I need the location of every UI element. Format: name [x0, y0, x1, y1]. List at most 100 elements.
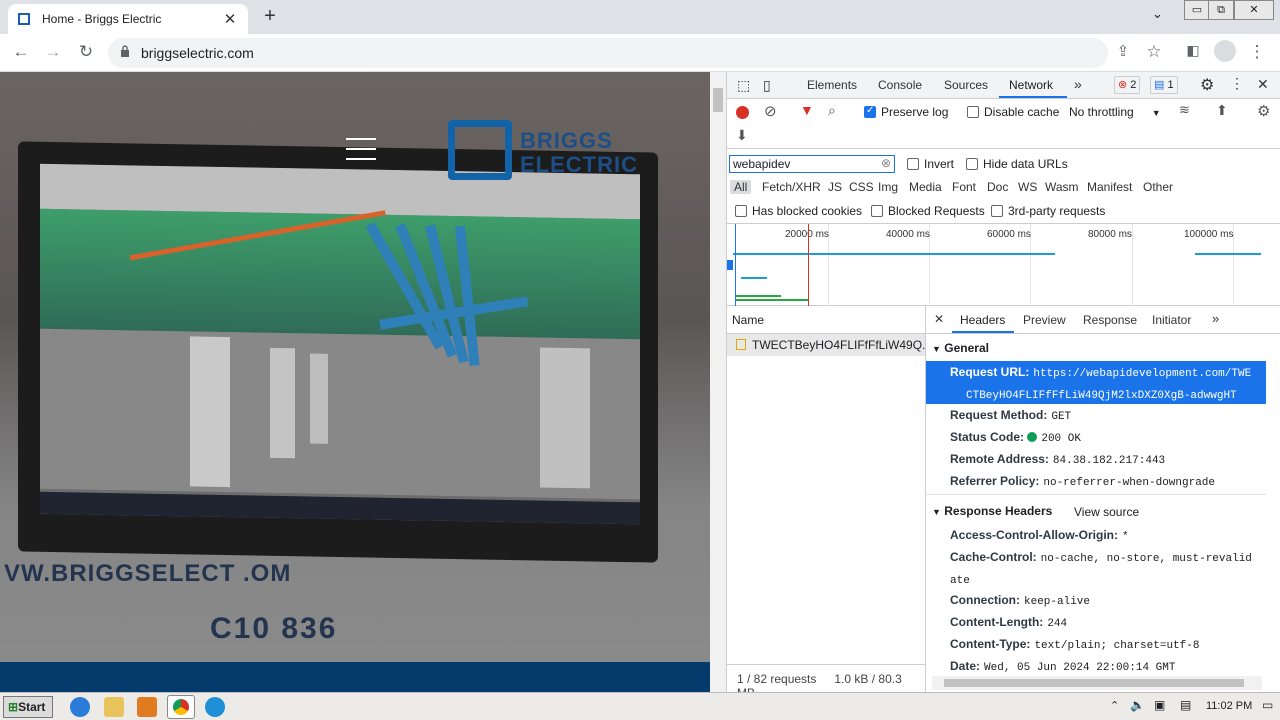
maximize-button[interactable]: ⧉ — [1208, 0, 1234, 20]
details-horizontal-scrollbar[interactable] — [932, 676, 1262, 690]
disable-cache-checkbox[interactable]: Disable cache — [967, 105, 1059, 119]
filter-type-ws[interactable]: WS — [1018, 180, 1037, 194]
invert-checkbox[interactable]: Invert — [907, 157, 954, 171]
filter-funnel-icon[interactable]: ▼ — [800, 102, 814, 118]
show-desktop-icon[interactable]: ▭ — [1262, 698, 1273, 712]
search-icon[interactable]: ⌕ — [828, 102, 836, 119]
blocked-requests-checkbox[interactable]: Blocked Requests — [871, 204, 985, 218]
content-length-value: 244 — [1047, 618, 1068, 630]
request-url-row[interactable]: Request URL: https://webapidevelopment.co… — [950, 365, 1251, 380]
tab-response[interactable]: Response — [1083, 313, 1137, 327]
hamburger-menu-icon[interactable] — [346, 138, 376, 160]
logo-text-bottom: ELECTRIC — [520, 152, 638, 177]
filter-type-doc[interactable]: Doc — [987, 180, 1008, 194]
filter-type-wasm[interactable]: Wasm — [1045, 180, 1079, 194]
edge-icon[interactable] — [205, 697, 225, 717]
browser-tab[interactable]: Home - Briggs Electric ✕ — [8, 4, 248, 34]
hero-monitor-image — [18, 141, 658, 563]
hide-data-urls-checkbox[interactable]: Hide data URLs — [966, 157, 1068, 171]
tab-network[interactable]: Network — [1009, 78, 1053, 92]
export-har-icon[interactable]: ⬇ — [736, 127, 748, 144]
inspect-element-icon[interactable]: ⬚ — [737, 77, 750, 94]
timeline-tick-80000: 80000 ms — [1088, 229, 1132, 240]
clear-icon[interactable]: ⊘ — [764, 102, 777, 120]
settings-gear-icon[interactable]: ⚙ — [1200, 75, 1214, 95]
menu-kebab-icon[interactable]: ⋮ — [1246, 42, 1268, 62]
tray-expand-icon[interactable]: ⌃ — [1110, 699, 1119, 712]
reload-icon[interactable]: ↻ — [75, 42, 97, 62]
new-tab-button[interactable]: + — [260, 5, 280, 28]
throttling-select[interactable]: No throttling ▼ — [1069, 105, 1161, 119]
name-column-header[interactable]: Name — [727, 306, 925, 334]
lock-icon — [121, 45, 129, 57]
tab-sources[interactable]: Sources — [944, 78, 988, 92]
hide-data-urls-check-icon — [966, 158, 978, 170]
file-explorer-icon[interactable] — [104, 697, 124, 717]
network-icon[interactable]: ▣ — [1154, 698, 1165, 712]
close-devtools-icon[interactable]: ✕ — [1257, 76, 1269, 93]
more-detail-tabs-icon[interactable]: » — [1212, 311, 1219, 326]
forward-icon[interactable]: → — [42, 42, 64, 62]
record-icon[interactable] — [736, 106, 749, 119]
address-bar[interactable]: briggselectric.com — [108, 38, 1108, 68]
tab-headers[interactable]: Headers — [960, 313, 1005, 327]
general-section-toggle[interactable]: ▼ General — [932, 341, 989, 355]
profile-avatar-icon[interactable] — [1214, 40, 1236, 62]
cache-control-value: no-cache, no-store, must-revalid — [1040, 553, 1252, 565]
response-headers-toggle[interactable]: ▼ Response Headers — [932, 504, 1052, 518]
chrome-taskbar-button[interactable] — [167, 695, 195, 719]
blocked-cookies-checkbox[interactable]: Has blocked cookies — [735, 204, 862, 218]
notification-icon[interactable]: ▤ — [1180, 698, 1191, 712]
minimize-button[interactable]: ▭ — [1184, 0, 1210, 20]
page-scrollbar[interactable] — [710, 72, 726, 692]
tab-preview[interactable]: Preview — [1023, 313, 1066, 327]
filter-input[interactable]: webapidev ⊗ — [729, 155, 895, 173]
close-window-button[interactable]: ✕ — [1234, 0, 1274, 20]
error-count-badge[interactable]: ⊗ 2 — [1114, 76, 1141, 94]
bookmark-star-icon[interactable]: ☆ — [1143, 42, 1165, 62]
briggs-logo[interactable]: BRIGGS ELECTRIC — [448, 120, 658, 182]
tab-search-icon[interactable]: ⌄ — [1152, 6, 1163, 22]
filter-type-all[interactable]: All — [730, 180, 752, 194]
tab-initiator[interactable]: Initiator — [1152, 313, 1191, 327]
back-icon[interactable]: ← — [10, 42, 32, 62]
third-party-checkbox[interactable]: 3rd-party requests — [991, 204, 1105, 218]
message-count-badge[interactable]: ▤ 1 — [1150, 76, 1178, 94]
request-row[interactable]: TWECTBeyHO4FLIFfFfLiW49Q... — [727, 334, 925, 356]
side-panel-icon[interactable]: ◧ — [1182, 42, 1204, 59]
share-icon[interactable]: ⇪ — [1112, 42, 1134, 60]
filter-type-media[interactable]: Media — [909, 180, 942, 194]
general-section-title: General — [944, 341, 989, 355]
preserve-log-check-icon — [864, 105, 876, 118]
tab-console[interactable]: Console — [878, 78, 922, 92]
close-details-icon[interactable]: ✕ — [934, 312, 944, 326]
filter-type-js[interactable]: JS — [828, 180, 842, 194]
devtools-menu-icon[interactable]: ⋮ — [1230, 75, 1244, 92]
media-player-icon[interactable] — [137, 697, 157, 717]
internet-explorer-icon[interactable] — [70, 697, 90, 717]
filter-type-manifest[interactable]: Manifest — [1087, 180, 1132, 194]
filter-type-css[interactable]: CSS — [849, 180, 874, 194]
view-source-link[interactable]: View source — [1074, 505, 1139, 519]
filter-type-img[interactable]: Img — [878, 180, 898, 194]
more-tabs-icon[interactable]: » — [1074, 76, 1082, 92]
network-overview-timeline[interactable]: 20000 ms 40000 ms 60000 ms 80000 ms 1000… — [727, 224, 1280, 306]
network-settings-icon[interactable]: ⚙ — [1257, 102, 1270, 120]
taskbar-clock[interactable]: 11:02 PM — [1206, 700, 1252, 712]
third-party-check-icon — [991, 205, 1003, 217]
request-url-value: https://webapidevelopment.com/TWE — [1033, 368, 1252, 380]
filter-type-fetch-xhr[interactable]: Fetch/XHR — [762, 180, 821, 194]
acao-value: * — [1122, 531, 1129, 543]
browser-toolbar: ← → ↻ briggselectric.com ⇪ ☆ ◧ ⋮ — [0, 34, 1280, 72]
filter-type-font[interactable]: Font — [952, 180, 976, 194]
filter-type-other[interactable]: Other — [1143, 180, 1173, 194]
preserve-log-checkbox[interactable]: Preserve log — [864, 105, 948, 119]
close-tab-icon[interactable]: ✕ — [222, 10, 238, 28]
start-button[interactable]: ⊞Start — [3, 696, 53, 718]
network-conditions-icon[interactable]: ≋ — [1179, 102, 1190, 118]
tab-elements[interactable]: Elements — [807, 78, 857, 92]
volume-icon[interactable]: 🔈 — [1130, 698, 1145, 712]
clear-filter-icon[interactable]: ⊗ — [881, 156, 891, 170]
import-har-icon[interactable]: ⬆ — [1216, 102, 1228, 119]
device-toolbar-icon[interactable]: ▯ — [763, 77, 771, 94]
